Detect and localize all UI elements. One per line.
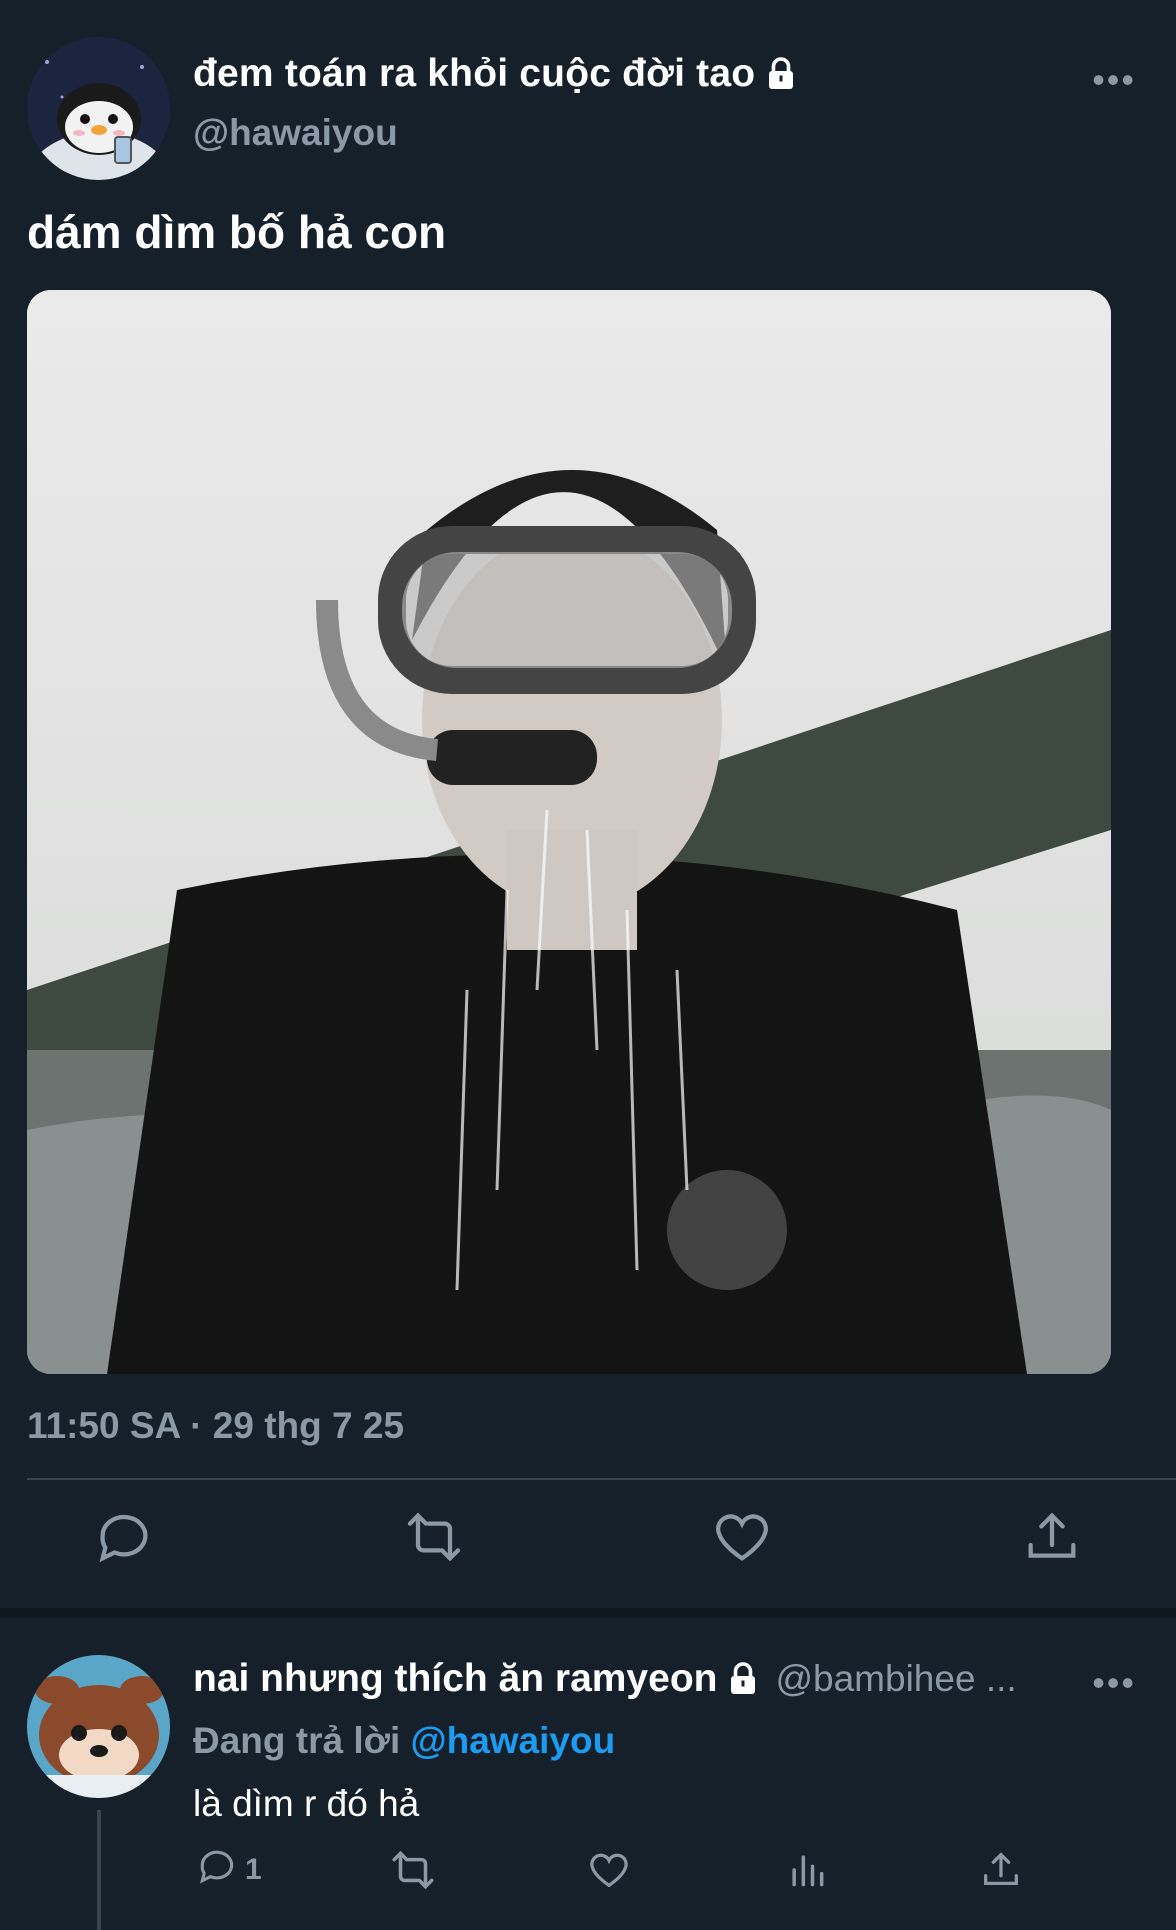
tweet-photo[interactable]: [27, 290, 1111, 1374]
retweet-icon[interactable]: [402, 1505, 466, 1569]
reply-author-handle[interactable]: @bambihee ...: [775, 1658, 1016, 1700]
replying-to: Đang trả lời @hawaiyou: [193, 1720, 615, 1762]
reply-reply-button[interactable]: 1: [195, 1845, 262, 1895]
reply-icon[interactable]: [92, 1505, 156, 1569]
author-handle[interactable]: @hawaiyou: [193, 112, 398, 154]
reply-tweet[interactable]: nai nhưng thích ăn ramyeon @bambihee ...…: [0, 1625, 1176, 1930]
reply-icon: [195, 1844, 239, 1896]
tweet-text: dám dìm bố hả con: [27, 206, 447, 258]
reply-more-options-button[interactable]: •••: [1092, 1665, 1136, 1701]
retweet-icon[interactable]: [388, 1845, 438, 1895]
share-icon[interactable]: [1020, 1505, 1084, 1569]
lock-icon: [763, 56, 799, 92]
lock-icon: [725, 1661, 761, 1697]
replying-prefix: Đang trả lời: [193, 1720, 401, 1761]
deer-avatar-icon[interactable]: [27, 1655, 170, 1798]
tweet-actions-bar: [0, 1505, 1176, 1585]
author-display-name[interactable]: đem toán ra khỏi cuộc đời tao: [193, 52, 755, 96]
like-icon[interactable]: [586, 1845, 632, 1895]
reply-author-row: nai nhưng thích ăn ramyeon @bambihee ...: [193, 1657, 1017, 1701]
penguin-avatar-icon[interactable]: [27, 37, 170, 180]
more-options-button[interactable]: •••: [1092, 62, 1136, 98]
author-name-row: đem toán ra khỏi cuộc đời tao: [193, 52, 799, 96]
section-separator: [0, 1608, 1176, 1618]
analytics-icon[interactable]: [785, 1845, 829, 1895]
like-icon[interactable]: [710, 1505, 774, 1569]
reply-text: là dìm r đó hả: [193, 1783, 420, 1824]
reply-author-name[interactable]: nai nhưng thích ăn ramyeon: [193, 1657, 717, 1701]
tweet-timestamp[interactable]: 11:50 SA · 29 thg 7 25: [27, 1405, 404, 1447]
divider: [27, 1478, 1176, 1480]
reply-actions-bar: 1: [0, 1845, 1176, 1905]
replying-mention-link[interactable]: @hawaiyou: [411, 1720, 616, 1761]
share-icon[interactable]: [978, 1845, 1024, 1895]
reply-count: 1: [245, 1853, 262, 1886]
